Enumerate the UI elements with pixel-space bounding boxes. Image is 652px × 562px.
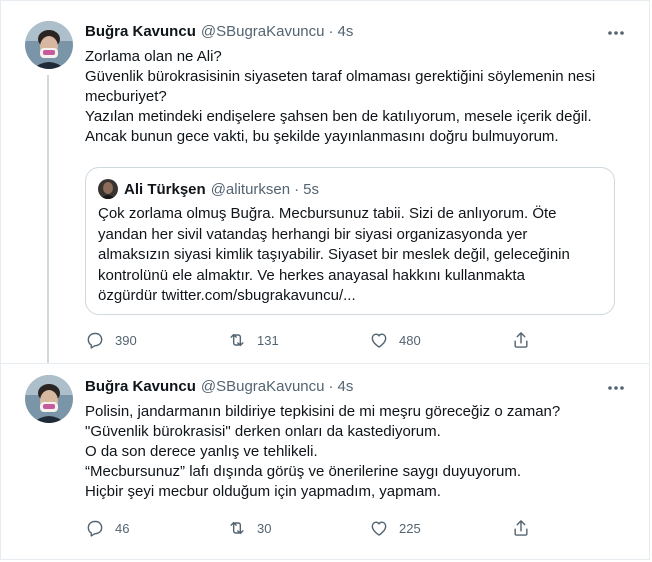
reply-button[interactable]: 46 <box>85 518 227 538</box>
more-button[interactable] <box>607 380 625 390</box>
share-icon <box>514 332 528 348</box>
tweet-text-line: “Mecbursunuz” lafı dışında görüş ve öner… <box>85 463 522 480</box>
retweet-count: 30 <box>257 520 272 536</box>
separator: · <box>328 22 334 40</box>
thread-line <box>47 75 49 363</box>
heart-icon <box>371 333 387 348</box>
quoted-text-line: Çok zorlama olmuş Buğra. Mecbursunuz tab… <box>98 205 557 222</box>
quoted-text: Çok zorlama olmuş Buğra. Mecbursunuz tab… <box>98 204 603 307</box>
like-count: 225 <box>399 520 421 536</box>
tweet[interactable]: Buğra Kavuncu @SBugraKavuncu · 4s Polisi… <box>1 364 649 559</box>
quoted-text-line: yandan her sivil vatandaş herhangi bir s… <box>98 225 528 243</box>
tweet-header: Buğra Kavuncu @SBugraKavuncu · 4s <box>85 376 353 396</box>
retweet-count: 131 <box>257 332 279 348</box>
like-count: 480 <box>399 332 421 348</box>
tweet-text-line: "Güvenlik bürokrasisi" derken onları da … <box>85 423 441 440</box>
reply-icon <box>87 520 103 537</box>
author-handle[interactable]: @SBugraKavuncu <box>201 378 325 395</box>
quoted-text-line: kontrolünü ele almaktır. Ve herkes anaya… <box>98 266 525 284</box>
avatar-image <box>25 21 73 69</box>
timeline: Buğra Kavuncu @SBugraKavuncu · 4s Zorlam… <box>0 0 650 560</box>
avatar[interactable] <box>25 375 73 423</box>
reply-button[interactable]: 390 <box>85 330 227 350</box>
share-button[interactable] <box>511 518 541 538</box>
author-name[interactable]: Buğra Kavuncu <box>85 378 196 395</box>
quoted-text-line: özgürdür twitter.com/sbugrakavuncu/... <box>98 287 356 305</box>
reply-icon <box>87 332 103 349</box>
reply-count: 390 <box>115 332 137 348</box>
like-button[interactable]: 480 <box>369 330 511 350</box>
tweet-text: Polisin, jandarmanın bildiriye tepkisini… <box>85 402 630 502</box>
more-horizontal-icon <box>608 31 624 35</box>
quoted-timestamp[interactable]: 5s <box>303 181 319 198</box>
timestamp[interactable]: 4s <box>338 23 354 40</box>
tweet[interactable]: Buğra Kavuncu @SBugraKavuncu · 4s Zorlam… <box>1 1 649 364</box>
avatar-image <box>25 375 73 423</box>
quoted-header: Ali Türkşen @aliturksen · 5s <box>124 179 319 199</box>
tweet-text-line: Zorlama olan ne Ali? <box>85 48 222 65</box>
tweet-text-line: Ancak bunun gece vakti, bu şekilde yayın… <box>85 128 559 145</box>
retweet-icon <box>230 521 244 535</box>
like-button[interactable]: 225 <box>369 518 511 538</box>
heart-icon <box>371 521 387 536</box>
separator: · <box>328 377 334 395</box>
retweet-icon <box>230 333 244 347</box>
share-icon <box>514 520 528 536</box>
author-handle[interactable]: @SBugraKavuncu <box>201 23 325 40</box>
quoted-avatar[interactable] <box>98 179 118 199</box>
quoted-text-line: almaksızın siyasi kimlik taşıyabilir. Si… <box>98 246 570 264</box>
tweet-header: Buğra Kavuncu @SBugraKavuncu · 4s <box>85 21 353 41</box>
quoted-avatar-image <box>98 179 118 199</box>
tweet-text-line: Polisin, jandarmanın bildiriye tepkisini… <box>85 403 561 420</box>
more-horizontal-icon <box>608 386 624 390</box>
quoted-tweet[interactable]: Ali Türkşen @aliturksen · 5s Çok zorlama… <box>85 167 615 315</box>
tweet-text: Zorlama olan ne Ali? Güvenlik bürokrasis… <box>85 47 630 147</box>
share-button[interactable] <box>511 330 541 350</box>
tweet-text-line: Güvenlik bürokrasisinin siyaseten taraf … <box>85 68 596 85</box>
tweet-text-line: Yazılan metindeki endişelere şahsen ben … <box>85 108 592 125</box>
action-bar: 390 131 480 <box>85 329 615 351</box>
tweet-text-line: O da son derece yanlış ve tehlikeli. <box>85 443 318 460</box>
tweet-text-line: mecburiyet? <box>85 88 167 105</box>
timestamp[interactable]: 4s <box>338 378 354 395</box>
author-name[interactable]: Buğra Kavuncu <box>85 23 196 40</box>
more-button[interactable] <box>607 25 625 35</box>
reply-count: 46 <box>115 520 130 536</box>
action-bar: 46 30 225 <box>85 517 615 539</box>
quoted-author-handle[interactable]: @aliturksen <box>211 181 290 198</box>
retweet-button[interactable]: 131 <box>227 330 369 350</box>
tweet-text-line: Hiçbir şeyi mecbur olduğum için yapmadım… <box>85 483 441 500</box>
retweet-button[interactable]: 30 <box>227 518 369 538</box>
separator: · <box>294 180 300 198</box>
avatar[interactable] <box>25 21 73 69</box>
quoted-author-name[interactable]: Ali Türkşen <box>124 181 206 198</box>
